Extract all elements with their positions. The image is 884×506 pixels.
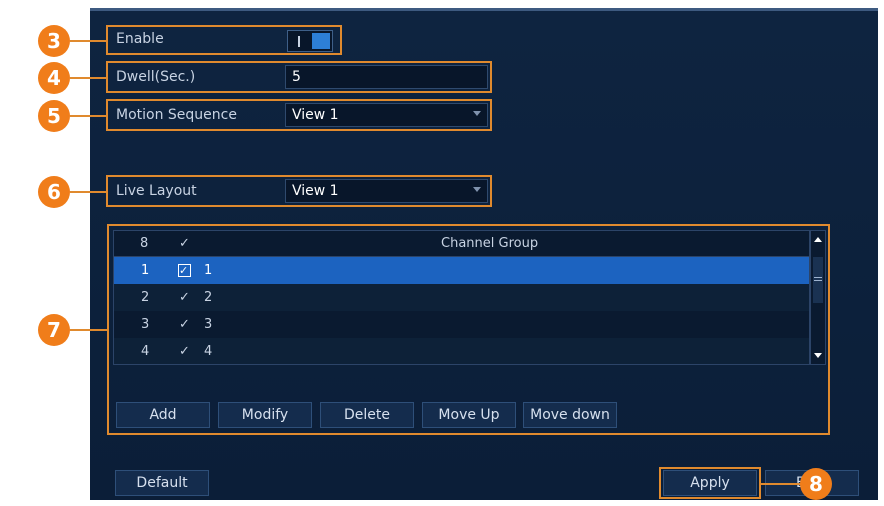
- dwell-label: Dwell(Sec.): [116, 69, 196, 85]
- row-index: 4: [141, 344, 150, 359]
- add-button[interactable]: Add: [116, 402, 210, 428]
- row-name: 4: [204, 344, 213, 359]
- row-name: 1: [204, 263, 213, 278]
- default-button[interactable]: Default: [115, 470, 209, 496]
- chevron-down-icon: [473, 187, 481, 192]
- dwell-input[interactable]: 5: [285, 65, 488, 89]
- callout-connector: [70, 191, 106, 193]
- apply-highlight-box: [659, 467, 761, 499]
- row-name: 2: [204, 290, 213, 305]
- callout-connector: [70, 329, 107, 331]
- row-check[interactable]: ✓: [179, 311, 190, 338]
- table-header: 8 ✓ Channel Group: [114, 231, 809, 257]
- table-scrollbar[interactable]: [810, 230, 826, 365]
- header-check[interactable]: ✓: [179, 231, 190, 256]
- row-name: 3: [204, 317, 213, 332]
- callout-badge: 5: [38, 100, 70, 132]
- panel-top-border: [90, 8, 878, 11]
- motion-sequence-value: View 1: [292, 107, 339, 123]
- table-row[interactable]: 3 ✓ 3: [114, 311, 809, 338]
- header-channel-group: Channel Group: [441, 236, 539, 251]
- live-layout-value: View 1: [292, 183, 339, 199]
- callout-connector: [70, 77, 106, 79]
- row-check: ✓: [179, 264, 189, 277]
- motion-sequence-select[interactable]: View 1: [285, 103, 488, 127]
- callout-badge: 6: [38, 176, 70, 208]
- callout-badge: 8: [800, 468, 832, 500]
- delete-button[interactable]: Delete: [320, 402, 414, 428]
- motion-sequence-label: Motion Sequence: [116, 107, 237, 123]
- table-row[interactable]: 4 ✓ 4: [114, 338, 809, 364]
- callout-badge: 4: [38, 62, 70, 94]
- callout-badge: 7: [38, 314, 70, 346]
- callout-badge: 3: [38, 25, 70, 57]
- toggle-knob: [312, 33, 330, 49]
- scroll-down-icon[interactable]: [814, 353, 822, 358]
- scroll-grip: [814, 280, 822, 281]
- callout-connector: [70, 115, 106, 117]
- scroll-up-icon[interactable]: [814, 237, 822, 242]
- row-check[interactable]: ✓: [179, 338, 190, 364]
- enable-toggle[interactable]: [287, 30, 333, 52]
- live-layout-select[interactable]: View 1: [285, 179, 488, 203]
- row-index: 2: [141, 290, 150, 305]
- scroll-grip: [814, 277, 822, 278]
- move-down-button[interactable]: Move down: [523, 402, 617, 428]
- row-check[interactable]: ✓: [179, 284, 190, 311]
- row-index: 3: [141, 317, 150, 332]
- row-index: 1: [141, 263, 150, 278]
- channel-group-table: 8 ✓ Channel Group 1 ✓ 1 2 ✓ 2 3 ✓ 3 4 ✓ …: [113, 230, 810, 365]
- callout-connector: [70, 40, 106, 42]
- live-layout-label: Live Layout: [116, 183, 197, 199]
- table-row[interactable]: 1 ✓ 1: [114, 257, 809, 284]
- scroll-thumb[interactable]: [813, 257, 823, 303]
- callout-connector: [761, 483, 801, 485]
- move-up-button[interactable]: Move Up: [422, 402, 516, 428]
- chevron-down-icon: [473, 111, 481, 116]
- header-count: 8: [140, 236, 149, 251]
- modify-button[interactable]: Modify: [218, 402, 312, 428]
- enable-label: Enable: [116, 31, 164, 47]
- table-row[interactable]: 2 ✓ 2: [114, 284, 809, 311]
- toggle-on-indicator: [298, 36, 300, 47]
